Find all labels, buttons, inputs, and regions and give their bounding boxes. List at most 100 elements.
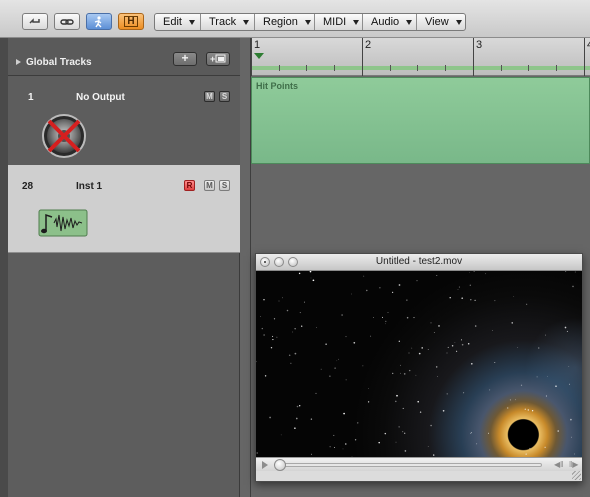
menu-midi[interactable]: MIDI — [315, 14, 363, 30]
star — [457, 289, 459, 290]
star — [458, 286, 460, 288]
star — [292, 331, 294, 333]
track-name[interactable]: No Output — [76, 92, 125, 103]
add-track-button[interactable]: + — [173, 52, 197, 66]
mute-button[interactable]: M — [204, 180, 215, 191]
bar-number: 3 — [476, 39, 483, 51]
resize-grip-icon[interactable] — [572, 471, 581, 480]
star — [391, 291, 394, 294]
star — [276, 336, 278, 338]
duplicate-track-button[interactable]: + — [206, 52, 230, 66]
back-icon — [29, 17, 40, 24]
star — [264, 375, 267, 377]
record-enable-button[interactable]: R — [184, 180, 195, 191]
star — [296, 405, 299, 408]
scrub-knob[interactable] — [274, 459, 286, 471]
scrub-bar[interactable] — [276, 463, 542, 467]
menu-track[interactable]: Track — [201, 14, 255, 30]
star — [345, 443, 347, 445]
star — [338, 358, 340, 360]
star — [430, 424, 432, 427]
star — [378, 441, 380, 444]
beat-tick — [528, 65, 529, 71]
star — [547, 376, 548, 378]
menu-view[interactable]: View — [417, 14, 465, 30]
disclosure-triangle-icon[interactable] — [16, 59, 21, 65]
cycle-region-strip[interactable] — [251, 66, 590, 70]
bar-ruler[interactable]: 1 2 3 4 — [251, 38, 590, 76]
star — [402, 431, 404, 433]
hit-points-region[interactable]: Hit Points — [251, 77, 590, 164]
menu-region[interactable]: Region — [255, 14, 315, 30]
beat-tick — [306, 65, 307, 71]
star — [345, 379, 347, 381]
star — [470, 362, 473, 365]
star — [406, 299, 408, 301]
star — [294, 352, 297, 355]
star — [525, 453, 527, 455]
star — [341, 314, 343, 316]
star — [363, 275, 365, 277]
star — [351, 293, 352, 295]
playback-controls: ◀‖ ‖▶ — [256, 457, 582, 471]
bar-line — [362, 38, 363, 76]
movie-titlebar[interactable]: Untitled - test2.mov — [256, 254, 582, 271]
star — [312, 279, 315, 282]
star — [329, 375, 331, 377]
star — [566, 330, 568, 332]
star — [461, 343, 464, 346]
star — [336, 360, 338, 362]
track-name[interactable]: Inst 1 — [76, 181, 102, 192]
play-icon[interactable] — [262, 461, 268, 469]
star — [384, 432, 387, 435]
star — [382, 316, 383, 318]
beat-tick — [501, 65, 502, 71]
solo-button[interactable]: S — [219, 91, 230, 102]
step-forward-icon[interactable]: ‖▶ — [569, 460, 578, 469]
star — [430, 322, 432, 324]
star — [442, 409, 445, 412]
star — [385, 320, 387, 323]
star — [329, 446, 331, 448]
step-back-icon[interactable]: ◀‖ — [554, 460, 563, 469]
playhead-marker-icon[interactable] — [254, 53, 264, 59]
star — [467, 343, 470, 345]
star — [419, 411, 422, 413]
track-row[interactable]: 1 No Output M S — [8, 76, 240, 166]
bar-number: 2 — [365, 39, 372, 51]
region-title: Hit Points — [256, 81, 298, 91]
star — [438, 325, 440, 327]
menu-audio[interactable]: Audio — [363, 14, 417, 30]
star — [569, 383, 570, 385]
star — [310, 418, 313, 420]
chevron-down-icon — [304, 19, 311, 25]
star — [474, 299, 476, 302]
music-note-waveform-icon — [38, 209, 88, 237]
global-tracks-label: Global Tracks — [26, 57, 92, 68]
solo-button[interactable]: S — [219, 180, 230, 191]
star — [299, 312, 301, 314]
star — [572, 285, 574, 288]
track-row-selected[interactable]: 28 Inst 1 R M S — [8, 165, 240, 253]
duplicate-track-icon: + — [210, 54, 226, 64]
starfield — [256, 271, 576, 457]
star — [524, 408, 526, 410]
hide-button[interactable]: H — [118, 13, 144, 30]
inspector-edge — [0, 38, 8, 497]
catch-playhead-button[interactable] — [86, 13, 112, 30]
global-tracks-header[interactable]: Global Tracks + + — [8, 38, 240, 76]
link-button[interactable] — [54, 13, 80, 30]
star — [417, 400, 419, 403]
star — [570, 418, 572, 421]
mute-button[interactable]: M — [204, 91, 215, 102]
star — [568, 366, 570, 368]
star — [345, 336, 347, 338]
star — [379, 287, 381, 289]
star — [416, 280, 418, 282]
beat-tick — [390, 65, 391, 71]
star — [456, 350, 458, 352]
movie-window[interactable]: Untitled - test2.mov ◀‖ ‖▶ — [255, 253, 583, 482]
back-button[interactable] — [22, 13, 48, 30]
menu-edit[interactable]: Edit — [155, 14, 201, 30]
link-icon — [60, 18, 74, 25]
